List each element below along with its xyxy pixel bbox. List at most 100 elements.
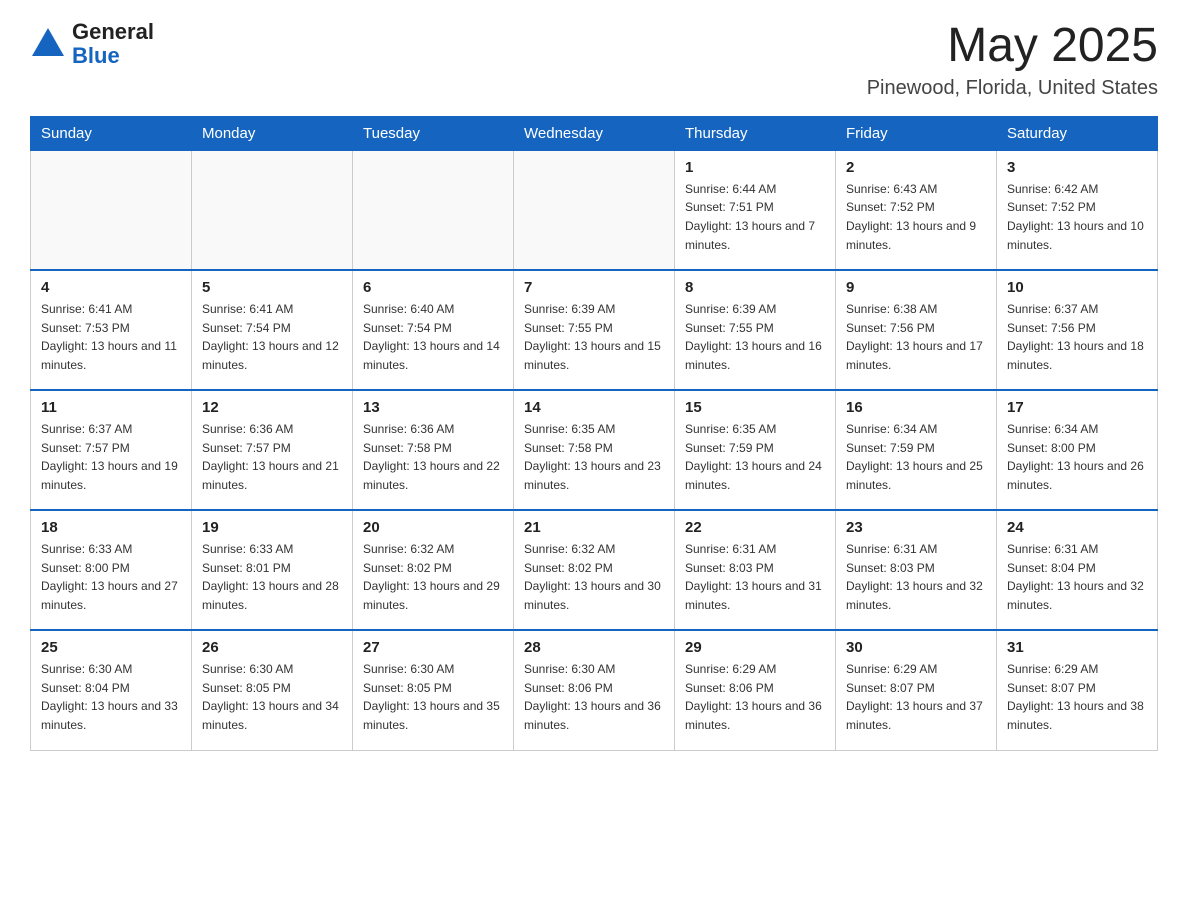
calendar-day-cell: 29 Sunrise: 6:29 AMSunset: 8:06 PMDayligh…: [675, 630, 836, 750]
calendar-day-cell: 19 Sunrise: 6:33 AMSunset: 8:01 PMDayligh…: [192, 510, 353, 630]
day-number: 14: [524, 399, 664, 416]
day-info: Sunrise: 6:30 AMSunset: 8:05 PMDaylight:…: [363, 660, 503, 734]
day-number: 31: [1007, 639, 1147, 656]
day-number: 26: [202, 639, 342, 656]
logo-triangle-icon: [30, 24, 66, 60]
day-number: 13: [363, 399, 503, 416]
logo-blue: Blue: [72, 43, 120, 68]
day-info: Sunrise: 6:41 AMSunset: 7:53 PMDaylight:…: [41, 300, 181, 374]
calendar-week-row: 1 Sunrise: 6:44 AMSunset: 7:51 PMDaylight…: [31, 150, 1158, 270]
header-sunday: Sunday: [31, 116, 192, 150]
day-number: 9: [846, 279, 986, 296]
calendar-day-cell: 30 Sunrise: 6:29 AMSunset: 8:07 PMDayligh…: [836, 630, 997, 750]
calendar-table: Sunday Monday Tuesday Wednesday Thursday…: [30, 116, 1158, 751]
header-friday: Friday: [836, 116, 997, 150]
calendar-week-row: 18 Sunrise: 6:33 AMSunset: 8:00 PMDayligh…: [31, 510, 1158, 630]
day-number: 10: [1007, 279, 1147, 296]
day-info: Sunrise: 6:35 AMSunset: 7:58 PMDaylight:…: [524, 420, 664, 494]
day-number: 25: [41, 639, 181, 656]
day-info: Sunrise: 6:39 AMSunset: 7:55 PMDaylight:…: [524, 300, 664, 374]
day-number: 19: [202, 519, 342, 536]
calendar-day-cell: 3 Sunrise: 6:42 AMSunset: 7:52 PMDaylight…: [997, 150, 1158, 270]
calendar-week-row: 25 Sunrise: 6:30 AMSunset: 8:04 PMDayligh…: [31, 630, 1158, 750]
day-number: 18: [41, 519, 181, 536]
page-header: General Blue May 2025 Pinewood, Florida,…: [30, 20, 1158, 100]
day-info: Sunrise: 6:30 AMSunset: 8:06 PMDaylight:…: [524, 660, 664, 734]
day-info: Sunrise: 6:42 AMSunset: 7:52 PMDaylight:…: [1007, 180, 1147, 254]
day-number: 17: [1007, 399, 1147, 416]
day-info: Sunrise: 6:33 AMSunset: 8:00 PMDaylight:…: [41, 540, 181, 614]
calendar-day-cell: 15 Sunrise: 6:35 AMSunset: 7:59 PMDayligh…: [675, 390, 836, 510]
calendar-day-cell: 23 Sunrise: 6:31 AMSunset: 8:03 PMDayligh…: [836, 510, 997, 630]
title-area: May 2025 Pinewood, Florida, United State…: [867, 20, 1158, 100]
day-number: 23: [846, 519, 986, 536]
header-saturday: Saturday: [997, 116, 1158, 150]
calendar-day-cell: 11 Sunrise: 6:37 AMSunset: 7:57 PMDayligh…: [31, 390, 192, 510]
calendar-day-cell: 14 Sunrise: 6:35 AMSunset: 7:58 PMDayligh…: [514, 390, 675, 510]
calendar-day-cell: [353, 150, 514, 270]
day-number: 21: [524, 519, 664, 536]
day-info: Sunrise: 6:41 AMSunset: 7:54 PMDaylight:…: [202, 300, 342, 374]
month-title: May 2025: [867, 20, 1158, 73]
calendar-day-cell: 10 Sunrise: 6:37 AMSunset: 7:56 PMDayligh…: [997, 270, 1158, 390]
calendar-day-cell: [192, 150, 353, 270]
day-info: Sunrise: 6:36 AMSunset: 7:58 PMDaylight:…: [363, 420, 503, 494]
day-info: Sunrise: 6:34 AMSunset: 7:59 PMDaylight:…: [846, 420, 986, 494]
day-info: Sunrise: 6:30 AMSunset: 8:05 PMDaylight:…: [202, 660, 342, 734]
calendar-day-cell: 13 Sunrise: 6:36 AMSunset: 7:58 PMDayligh…: [353, 390, 514, 510]
day-info: Sunrise: 6:32 AMSunset: 8:02 PMDaylight:…: [363, 540, 503, 614]
header-wednesday: Wednesday: [514, 116, 675, 150]
day-number: 28: [524, 639, 664, 656]
calendar-day-cell: 2Sunrise: 6:43 AMSunset: 7:52 PMDaylight…: [836, 150, 997, 270]
day-number: 15: [685, 399, 825, 416]
day-number: 1: [685, 159, 825, 176]
calendar-day-cell: 22 Sunrise: 6:31 AMSunset: 8:03 PMDayligh…: [675, 510, 836, 630]
day-info: Sunrise: 6:34 AMSunset: 8:00 PMDaylight:…: [1007, 420, 1147, 494]
day-info: Sunrise: 6:40 AMSunset: 7:54 PMDaylight:…: [363, 300, 503, 374]
calendar-day-cell: 12 Sunrise: 6:36 AMSunset: 7:57 PMDayligh…: [192, 390, 353, 510]
day-info: Sunrise: 6:29 AMSunset: 8:07 PMDaylight:…: [846, 660, 986, 734]
header-tuesday: Tuesday: [353, 116, 514, 150]
calendar-week-row: 11 Sunrise: 6:37 AMSunset: 7:57 PMDayligh…: [31, 390, 1158, 510]
day-number: 27: [363, 639, 503, 656]
day-number: 16: [846, 399, 986, 416]
calendar-day-cell: [514, 150, 675, 270]
calendar-week-row: 4 Sunrise: 6:41 AMSunset: 7:53 PMDaylight…: [31, 270, 1158, 390]
calendar-day-cell: 28 Sunrise: 6:30 AMSunset: 8:06 PMDayligh…: [514, 630, 675, 750]
day-number: 8: [685, 279, 825, 296]
day-info: Sunrise: 6:36 AMSunset: 7:57 PMDaylight:…: [202, 420, 342, 494]
day-info: Sunrise: 6:32 AMSunset: 8:02 PMDaylight:…: [524, 540, 664, 614]
day-number: 12: [202, 399, 342, 416]
logo-general: General: [72, 19, 154, 44]
day-number: 30: [846, 639, 986, 656]
logo: General Blue: [30, 20, 154, 68]
calendar-day-cell: 26 Sunrise: 6:30 AMSunset: 8:05 PMDayligh…: [192, 630, 353, 750]
day-info: Sunrise: 6:37 AMSunset: 7:57 PMDaylight:…: [41, 420, 181, 494]
calendar-day-cell: 17 Sunrise: 6:34 AMSunset: 8:00 PMDayligh…: [997, 390, 1158, 510]
day-info: Sunrise: 6:35 AMSunset: 7:59 PMDaylight:…: [685, 420, 825, 494]
calendar-day-cell: 7Sunrise: 6:39 AMSunset: 7:55 PMDaylight…: [514, 270, 675, 390]
calendar-day-cell: 25 Sunrise: 6:30 AMSunset: 8:04 PMDayligh…: [31, 630, 192, 750]
day-number: 4: [41, 279, 181, 296]
day-info: Sunrise: 6:31 AMSunset: 8:03 PMDaylight:…: [685, 540, 825, 614]
day-number: 22: [685, 519, 825, 536]
calendar-day-cell: 8Sunrise: 6:39 AMSunset: 7:55 PMDaylight…: [675, 270, 836, 390]
day-number: 20: [363, 519, 503, 536]
day-number: 29: [685, 639, 825, 656]
day-number: 6: [363, 279, 503, 296]
calendar-day-cell: 9 Sunrise: 6:38 AMSunset: 7:56 PMDaylight…: [836, 270, 997, 390]
day-number: 3: [1007, 159, 1147, 176]
day-info: Sunrise: 6:31 AMSunset: 8:03 PMDaylight:…: [846, 540, 986, 614]
day-info: Sunrise: 6:38 AMSunset: 7:56 PMDaylight:…: [846, 300, 986, 374]
day-info: Sunrise: 6:30 AMSunset: 8:04 PMDaylight:…: [41, 660, 181, 734]
day-info: Sunrise: 6:37 AMSunset: 7:56 PMDaylight:…: [1007, 300, 1147, 374]
day-info: Sunrise: 6:29 AMSunset: 8:06 PMDaylight:…: [685, 660, 825, 734]
day-number: 11: [41, 399, 181, 416]
calendar-day-cell: 24Sunrise: 6:31 AMSunset: 8:04 PMDayligh…: [997, 510, 1158, 630]
day-info: Sunrise: 6:44 AMSunset: 7:51 PMDaylight:…: [685, 180, 825, 254]
calendar-day-cell: 4 Sunrise: 6:41 AMSunset: 7:53 PMDaylight…: [31, 270, 192, 390]
day-number: 5: [202, 279, 342, 296]
calendar-day-cell: 1 Sunrise: 6:44 AMSunset: 7:51 PMDaylight…: [675, 150, 836, 270]
day-info: Sunrise: 6:29 AMSunset: 8:07 PMDaylight:…: [1007, 660, 1147, 734]
day-info: Sunrise: 6:33 AMSunset: 8:01 PMDaylight:…: [202, 540, 342, 614]
